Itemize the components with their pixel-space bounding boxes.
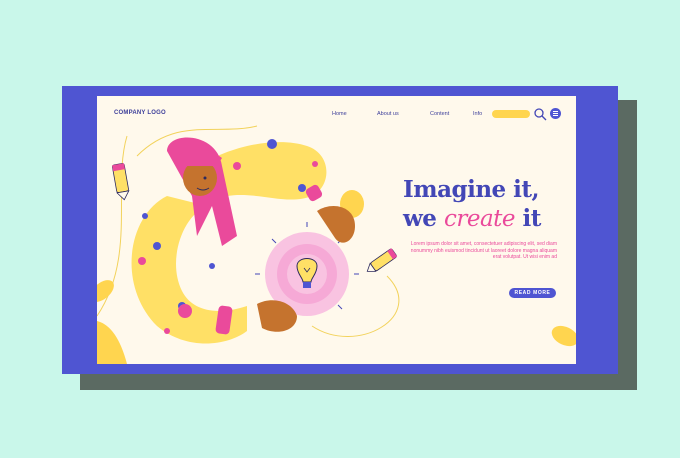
- nav-link-info[interactable]: Info: [473, 111, 482, 117]
- hero-description: Lorem ipsum dolor sit amet, consectetuer…: [410, 241, 557, 260]
- menu-icon[interactable]: [550, 108, 561, 119]
- nav-link-content[interactable]: Content: [430, 111, 449, 117]
- nav-search-bar[interactable]: [492, 110, 530, 118]
- hero-title-line2: we create it: [403, 205, 541, 232]
- nav-link-about[interactable]: About us: [377, 111, 399, 117]
- pencil-icon: [112, 163, 130, 201]
- search-icon[interactable]: [533, 107, 547, 121]
- nav-link-home[interactable]: Home: [332, 111, 347, 117]
- read-more-button[interactable]: READ MORE: [509, 288, 556, 298]
- pencil-icon: [366, 248, 398, 272]
- company-logo[interactable]: COMPANY LOGO: [114, 110, 166, 116]
- landing-page: COMPANY LOGO Home About us Content Info …: [97, 96, 576, 364]
- hero-title-accent: create: [443, 206, 516, 232]
- hero-title: Imagine it, we create it: [403, 175, 565, 234]
- hero-title-line1: Imagine it,: [403, 176, 540, 203]
